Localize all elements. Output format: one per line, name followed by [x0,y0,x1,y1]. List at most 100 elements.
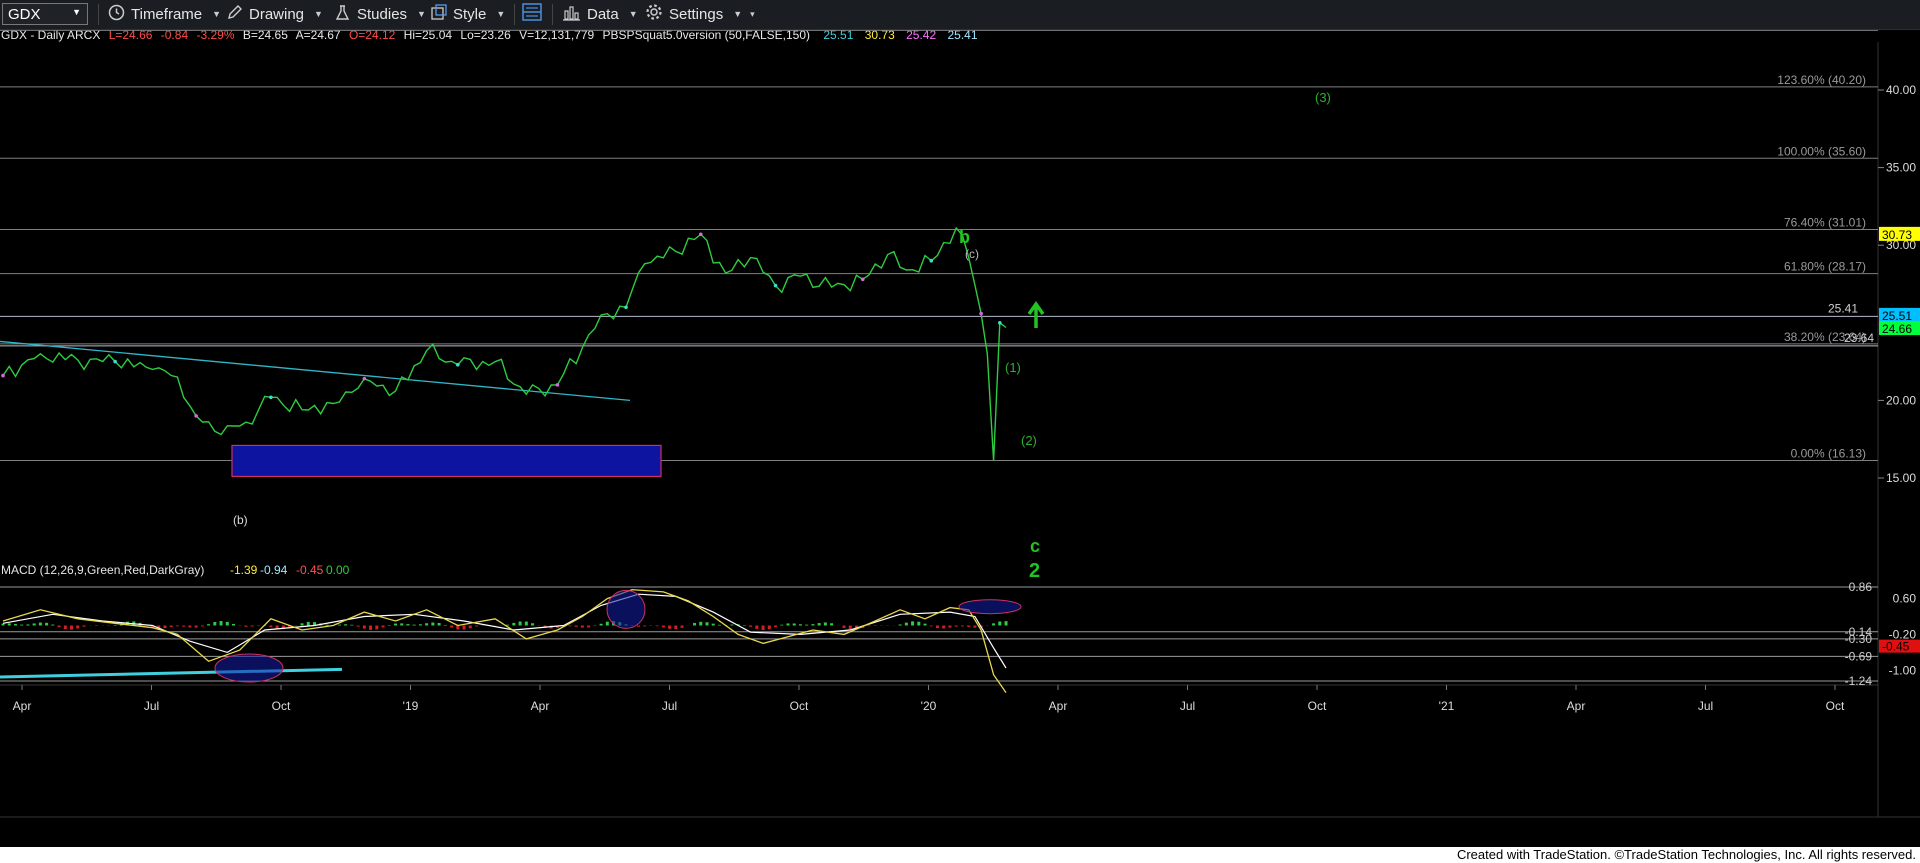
macd-value: -0.45 [296,563,324,577]
chart-toolbar: GDX ▼ Timeframe ▼ Drawing ▼ Studies ▼ St… [0,0,1920,30]
style-icon [430,3,447,25]
gear-icon [645,3,663,25]
x-tick-label: Jul [1180,699,1195,713]
y-tick-label: 15.00 [1886,471,1916,485]
studies-button[interactable]: Studies ▼ [334,3,426,25]
signal-dot [555,383,560,387]
settings-label: Settings [669,5,724,23]
data-label: Data [587,5,619,23]
studies-label: Studies [357,5,408,23]
signal-dot [979,311,983,316]
settings-button[interactable]: Settings ▼ ▾ [645,3,755,25]
signal-dot [860,277,865,282]
volume: V=12,131,779 [519,30,594,42]
drawing-button[interactable]: Drawing ▼ [226,3,323,25]
macd-marker-label: -0.45 [1882,640,1910,654]
x-tick-label: Oct [1308,699,1327,713]
fib-level-label: 0.00% (16.13) [1791,446,1866,460]
chart-area[interactable]: GDX - Daily ARCX L=24.66 -0.84 -3.29% B=… [0,30,1920,847]
macd-ellipse[interactable] [958,599,1022,615]
x-tick-label: '19 [403,699,419,713]
price-line[interactable] [2,226,1007,461]
low-price: Lo=23.26 [460,30,511,42]
x-tick-label: Oct [272,699,291,713]
wave-label-b: b [959,227,970,247]
x-tick-label: Jul [144,699,159,713]
net-change: -0.84 [161,30,189,42]
x-tick-label: Apr [1567,699,1586,713]
open-price: O=24.12 [349,30,396,42]
symbol-value: GDX [8,6,41,23]
x-tick-label: Jul [1698,699,1713,713]
style-button[interactable]: Style ▼ [430,3,505,25]
toolbar-divider [98,4,99,25]
wave-label-c: c [1030,536,1040,556]
x-tick-label: Apr [531,699,550,713]
x-tick-label: Apr [13,699,32,713]
timeframe-label: Timeframe [131,5,203,23]
target-zone-box[interactable] [231,444,662,478]
price-marker-label: 25.51 [1882,309,1912,323]
clock-icon [108,4,125,25]
macd-ellipse[interactable] [606,589,646,629]
signal-dot [1,373,5,378]
macd-tick-label: 0.60 [1893,592,1917,606]
macd-level-label: -0.69 [1845,649,1873,663]
chevron-down-icon: ▼ [72,7,81,17]
symbol-selector[interactable]: GDX ▼ [2,3,88,25]
fib-level-label: 123.60% (40.20) [1777,73,1866,87]
last-price: L=24.66 [109,30,153,42]
macd-trendline[interactable] [0,667,343,679]
layout-icon [522,3,542,25]
flask-icon [334,4,351,25]
bar-chart-icon [562,4,581,25]
signal-dot [698,232,703,237]
copyright-footer: Created with TradeStation. ©TradeStation… [0,847,1920,863]
fib-level-label: 61.80% (28.17) [1784,260,1866,274]
price-marker-label: 30.73 [1882,228,1912,242]
support-line-25-label: 25.41 [1828,301,1858,315]
chevron-down-icon: ▼ [733,9,743,19]
macd-ellipse[interactable] [214,653,284,683]
signal-dot [773,283,778,288]
wave-label-1: (1) [1005,360,1021,375]
layout-button[interactable] [522,3,542,25]
bid-price: B=24.65 [243,30,288,42]
chevron-down-icon: ▼ [417,9,426,19]
macd-value: 0.00 [326,563,350,577]
macd-signal-line[interactable] [2,593,1007,669]
study-value-4: 25.41 [947,30,977,42]
toolbar-overflow-icon: ▾ [750,8,755,19]
timeframe-button[interactable]: Timeframe ▼ [108,3,221,25]
style-label: Style [453,5,487,23]
chevron-down-icon: ▼ [314,9,323,19]
toolbar-divider [552,4,553,25]
x-tick-label: '21 [1439,699,1455,713]
header-legend: GDX - Daily ARCX L=24.66 -0.84 -3.29% B=… [1,30,978,42]
macd-line[interactable] [2,589,1007,693]
data-button[interactable]: Data ▼ [562,3,638,25]
y-tick-label: 35.00 [1886,161,1916,175]
signal-dot [362,376,367,381]
signal-dot [113,359,117,364]
signal-dot [624,305,628,310]
macd-level-label: 0.86 [1849,580,1873,594]
fib-level-label: 100.00% (35.60) [1777,144,1866,158]
study-value-2: 30.73 [865,30,895,42]
macd-value: -0.94 [260,563,288,577]
macd-value: -1.39 [230,563,258,577]
pencil-icon [226,4,243,25]
x-tick-label: Oct [790,699,809,713]
copyright-text: Created with TradeStation. ©TradeStation… [1456,847,1916,862]
price-marker-label: 24.66 [1882,322,1912,336]
wave-label-c-sub: (c) [965,247,979,261]
chevron-down-icon: ▼ [212,9,222,19]
x-tick-label: Jul [662,699,677,713]
macd-tick-label: -1.00 [1889,663,1917,677]
macd-level-label: -0.30 [1845,632,1873,646]
high-price: Hi=25.04 [404,30,453,42]
signal-dot [998,321,1002,325]
macd-title: MACD (12,26,9,Green,Red,DarkGray) [1,563,204,577]
signal-dot [194,414,198,418]
trendline[interactable] [0,340,631,402]
